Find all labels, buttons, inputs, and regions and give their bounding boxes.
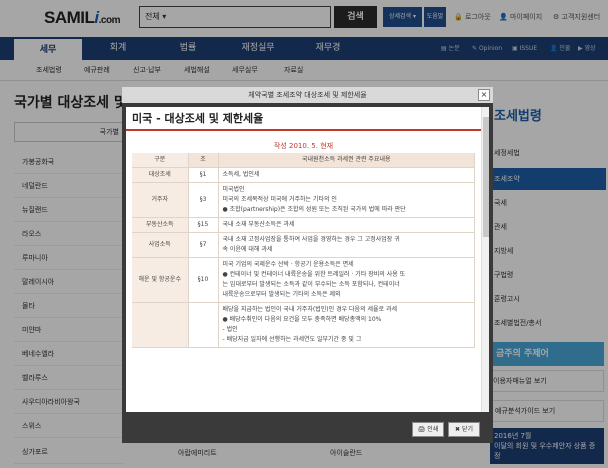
modal-body: 미국 - 대상조세 및 제한세율 작성 2010. 5. 현재 구분 조 국내원… [126, 107, 489, 412]
row-content: 미국법인미국의 조세목적상 미국에 거주하는 기타의 인 ● 조합(partner… [218, 182, 475, 218]
row-content-line: 내륙운송으로부터 발생되는 기타의 소득은 제외 [222, 291, 341, 298]
row-article: §1 [188, 167, 219, 183]
modal-dialog: 체약국별 조세조약 대상조세 및 제한세율 × 미국 - 대상조세 및 제한세율… [122, 87, 493, 443]
col-header: 조 [188, 153, 219, 168]
row-content-line: 국내 소재 부동산소득은 과세 [222, 221, 295, 228]
row-category: 해운 및 항공운수 [132, 257, 189, 303]
table-row: 해운 및 항공운수 §10 미국 기업의 국제운수 선박 · 항공기 운용소득은 면… [132, 257, 475, 303]
row-content-line: ● 조합(partnership)은 조합의 성원 또는 조직된 국가의 법에 … [222, 206, 406, 213]
row-content-line: 는 임대로부터 발생되는 소득과 같이 부수되는 소득 포함되나, 컨테이너 [222, 281, 400, 288]
row-category: 거주자 [132, 182, 189, 218]
row-content-line: 국내 소재 고정사업장을 통하여 사업을 경영하는 경우 그 고정사업장 귀 [222, 236, 400, 243]
row-content-line: 미국 기업의 국제운수 선박 · 항공기 운용소득은 면세 [222, 261, 354, 268]
row-article: §15 [188, 217, 219, 233]
row-content-line: - 배당지급 일자에 선행하는 과세연도 일부기간 중 및 그 [222, 336, 362, 343]
document-title: 미국 - 대상조세 및 제한세율 [126, 107, 489, 131]
row-content: 소득세, 법인세 [218, 167, 475, 183]
row-content-line: - 법인 [222, 326, 238, 333]
row-content: 국내 소재 부동산소득은 과세 [218, 217, 475, 233]
row-content: 배당을 지급하는 법인이 국내 거주자(법인)인 경우 다음의 세율로 과세 ● … [218, 302, 475, 348]
row-content-line: 배당을 지급하는 법인이 국내 거주자(법인)인 경우 다음의 세율로 과세 [222, 306, 398, 313]
row-category: 사업소득 [132, 232, 189, 258]
row-content: 미국 기업의 국제운수 선박 · 항공기 운용소득은 면세 ● 컨테이너 및 컨테… [218, 257, 475, 303]
treaty-table: 구분 조 국내원천소득 과세권 관련 주요내용 대상조세 §1 소득세, 법인세 거주… [132, 153, 475, 348]
row-category: 부동산소득 [132, 217, 189, 233]
row-article: §7 [188, 232, 219, 258]
row-content: 국내 소재 고정사업장을 통하여 사업을 경영하는 경우 그 고정사업장 귀속 … [218, 232, 475, 258]
table-row: 배당을 지급하는 법인이 국내 거주자(법인)인 경우 다음의 세율로 과세 ● … [132, 302, 475, 348]
table-row: 거주자 §3 미국법인미국의 조세목적상 미국에 거주하는 기타의 인 ● 조합(pa… [132, 182, 475, 218]
row-article: §10 [188, 257, 219, 303]
table-row: 대상조세 §1 소득세, 법인세 [132, 167, 475, 183]
print-button[interactable]: 🖨 인쇄 [412, 422, 444, 437]
document-date: 작성 2010. 5. 현재 [273, 142, 334, 150]
table-header-row: 구분 조 국내원천소득 과세권 관련 주요내용 [132, 153, 475, 168]
modal-header: 체약국별 조세조약 대상조세 및 제한세율 × [122, 87, 493, 103]
scroll-thumb[interactable] [483, 117, 489, 237]
close-button[interactable]: ✖ 닫기 [448, 422, 480, 437]
col-header: 구분 [132, 153, 189, 168]
row-category [132, 302, 189, 348]
modal-footer: 🖨 인쇄 ✖ 닫기 [122, 415, 493, 443]
row-content-line: 속 이윤에 대해 과세 [222, 246, 273, 253]
row-content-line: ● 컨테이너 및 컨테이너 내륙운송을 위한 트레일러 · 기타 장비의 사용 … [222, 271, 406, 278]
row-article: §3 [188, 182, 219, 218]
row-content-line: 미국의 조세목적상 미국에 거주하는 기타의 인 [222, 196, 337, 203]
table-row: 사업소득 §7 국내 소재 고정사업장을 통하여 사업을 경영하는 경우 그 고정사… [132, 232, 475, 258]
table-row: 부동산소득 §15 국내 소재 부동산소득은 과세 [132, 217, 475, 233]
row-category: 대상조세 [132, 167, 189, 183]
close-icon[interactable]: × [478, 89, 490, 101]
row-article [188, 302, 219, 348]
modal-scrollbar[interactable] [481, 107, 489, 412]
row-content-line: 소득세, 법인세 [222, 171, 260, 178]
col-header: 국내원천소득 과세권 관련 주요내용 [218, 153, 475, 168]
row-content-line: 미국법인 [222, 186, 245, 193]
row-content-line: ● 배당수취인이 다음의 요건을 모두 충족하면 배당총액의 10% [222, 316, 382, 323]
